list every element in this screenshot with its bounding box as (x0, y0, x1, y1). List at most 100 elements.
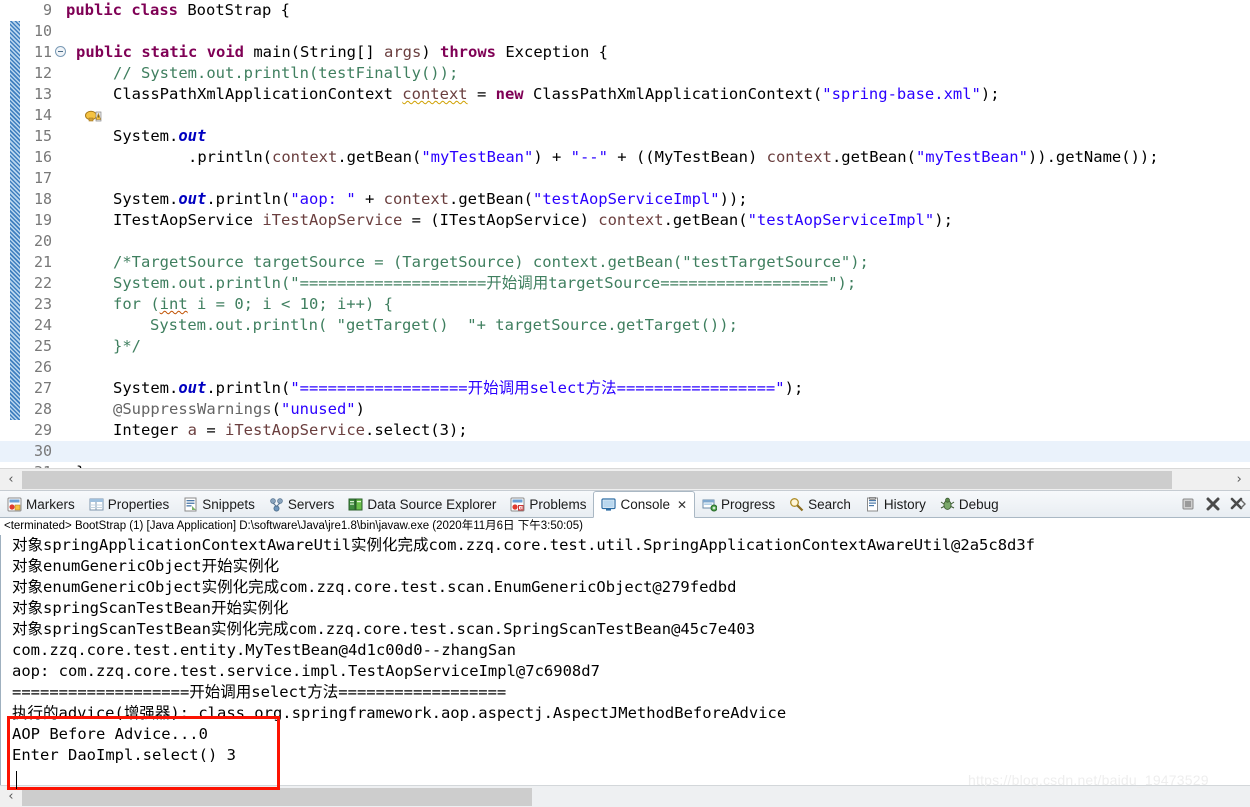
console-scroll-left-arrow-icon[interactable]: ‹ (0, 786, 22, 807)
console-panel: Markers Properties Snippets Servers Data… (0, 491, 1250, 807)
code-text: // System.out.println(testFinally()); (113, 64, 459, 82)
line-number: 16 (33, 148, 52, 166)
code-text: public class BootStrap { (66, 1, 290, 19)
code-text: ITestAopService iTestAopService = (ITest… (113, 211, 953, 229)
snippets-icon (183, 497, 198, 512)
watermark-text: https://blog.csdn.net/baidu_19473529 (968, 772, 1209, 788)
code-line[interactable]: 23 for (int i = 0; i < 10; i++) { (0, 294, 1250, 315)
editor-scroll-track[interactable] (22, 470, 1228, 489)
editor-scroll-thumb[interactable] (22, 470, 1172, 489)
console-line: com.zzq.core.test.entity.MyTestBean@4d1c… (12, 641, 516, 659)
line-number: 12 (33, 64, 52, 82)
tab-label: Properties (107, 496, 170, 512)
svg-text:x: x (520, 505, 523, 511)
line-number: 30 (33, 442, 52, 460)
scroll-left-arrow-icon[interactable]: ‹ (0, 469, 22, 490)
line-number: 27 (33, 379, 52, 397)
tab-label: Data Source Explorer (367, 496, 497, 512)
close-icon[interactable]: ✕ (677, 498, 687, 512)
tab-label: Search (808, 496, 851, 512)
code-line[interactable]: 20 (0, 231, 1250, 252)
console-icon (601, 497, 617, 512)
tab-history[interactable]: History (858, 491, 933, 517)
code-line[interactable]: 12 // System.out.println(testFinally()); (0, 63, 1250, 84)
tab-debug[interactable]: Debug (933, 491, 1006, 517)
code-line[interactable]: 22 System.out.println("=================… (0, 273, 1250, 294)
code-line[interactable]: 24 System.out.println( "getTarget() "+ t… (0, 315, 1250, 336)
line-number: 31 (0, 462, 52, 468)
code-text: System.out.println("====================… (113, 274, 857, 292)
code-line[interactable]: 17 (0, 168, 1250, 189)
tab-progress[interactable]: Progress (695, 491, 782, 517)
console-line: 执行的advice(增强器): class org.springframewor… (12, 704, 787, 722)
code-line[interactable]: 28 @SuppressWarnings("unused") (0, 399, 1250, 420)
code-text: Integer a = iTestAopService.select(3); (113, 421, 468, 439)
line-number: 20 (33, 232, 52, 250)
code-line[interactable]: 29 Integer a = iTestAopService.select(3)… (0, 420, 1250, 441)
warning-marker-icon[interactable] (10, 87, 102, 122)
tab-console[interactable]: Console ✕ (593, 491, 696, 518)
code-text: }*/ (113, 337, 141, 355)
code-line[interactable]: 15 System.out (0, 126, 1250, 147)
servers-icon (269, 497, 284, 512)
code-line[interactable]: 19 ITestAopService iTestAopService = (IT… (0, 210, 1250, 231)
tab-search[interactable]: Search (782, 491, 858, 517)
editor-horizontal-scrollbar[interactable]: ‹ › (0, 468, 1250, 490)
code-line[interactable]: 16 .println(context.getBean("myTestBean"… (0, 147, 1250, 168)
code-text: System.out.println( "getTarget() "+ targ… (150, 316, 738, 334)
line-number: 17 (33, 169, 52, 187)
code-line[interactable]: 13 ClassPathXmlApplicationContext contex… (0, 84, 1250, 122)
console-scroll-thumb[interactable] (22, 787, 532, 806)
remove-all-terminated-icon[interactable] (1230, 496, 1246, 512)
tab-snippets[interactable]: Snippets (176, 491, 262, 517)
tab-data-source-explorer[interactable]: Data Source Explorer (341, 491, 503, 517)
code-editor[interactable]: 9 public class BootStrap { 10 11 public … (0, 0, 1250, 468)
tab-label: Progress (721, 496, 776, 512)
problems-icon: x (510, 497, 525, 512)
line-number: 22 (33, 274, 52, 292)
line-number: 24 (33, 316, 52, 334)
tab-label: Console (620, 497, 670, 512)
fold-collapse-icon[interactable] (55, 46, 66, 57)
markers-icon (7, 497, 22, 512)
console-line: Enter DaoImpl.select() 3 (12, 746, 236, 764)
datasource-icon (348, 497, 363, 512)
code-line[interactable]: 10 (0, 21, 1250, 42)
line-number: 11 (33, 43, 52, 61)
line-number: 23 (33, 295, 52, 313)
code-text: public static void main(String[] args) t… (76, 43, 608, 61)
code-line-current[interactable]: 30 (0, 441, 1250, 462)
code-text: System.out.println("aop: " + context.get… (113, 190, 748, 208)
code-line[interactable]: 27 System.out.println("=================… (0, 378, 1250, 399)
remove-launch-icon[interactable] (1205, 496, 1221, 512)
tab-servers[interactable]: Servers (262, 491, 342, 517)
code-line[interactable]: 18 System.out.println("aop: " + context.… (0, 189, 1250, 210)
code-text: .println(context.getBean("myTestBean") +… (188, 148, 1159, 166)
tab-properties[interactable]: Properties (82, 491, 177, 517)
console-caret (16, 771, 17, 789)
code-line[interactable]: 11 public static void main(String[] args… (0, 42, 1250, 63)
tab-problems[interactable]: x Problems (503, 491, 593, 517)
code-line[interactable]: 9 public class BootStrap { (0, 0, 1250, 21)
tab-markers[interactable]: Markers (0, 491, 82, 517)
code-line[interactable]: 21 /*TargetSource targetSource = (Target… (0, 252, 1250, 273)
console-output[interactable]: 对象springApplicationContextAwareUtil实例化完成… (0, 535, 1250, 785)
tab-label: Debug (958, 496, 999, 512)
tab-label: Servers (287, 496, 335, 512)
scroll-right-arrow-icon[interactable]: › (1228, 469, 1250, 490)
code-line[interactable]: 14 (0, 105, 1250, 126)
line-number: 21 (33, 253, 52, 271)
console-horizontal-scrollbar[interactable]: ‹ (0, 785, 1250, 807)
code-text: /*TargetSource targetSource = (TargetSou… (113, 253, 869, 271)
code-text: @SuppressWarnings("unused") (113, 400, 365, 418)
line-number: 19 (33, 211, 52, 229)
console-scroll-track[interactable] (22, 787, 1250, 806)
process-description: <terminated> BootStrap (1) [Java Applica… (0, 518, 1250, 535)
code-line[interactable]: 26 (0, 357, 1250, 378)
terminate-icon[interactable] (1180, 496, 1196, 512)
console-line: ===================开始调用select方法=========… (12, 683, 507, 701)
properties-icon (89, 497, 104, 512)
history-icon (865, 496, 880, 512)
console-line: 对象springApplicationContextAwareUtil实例化完成… (12, 536, 1036, 554)
code-line[interactable]: 25 }*/ (0, 336, 1250, 357)
